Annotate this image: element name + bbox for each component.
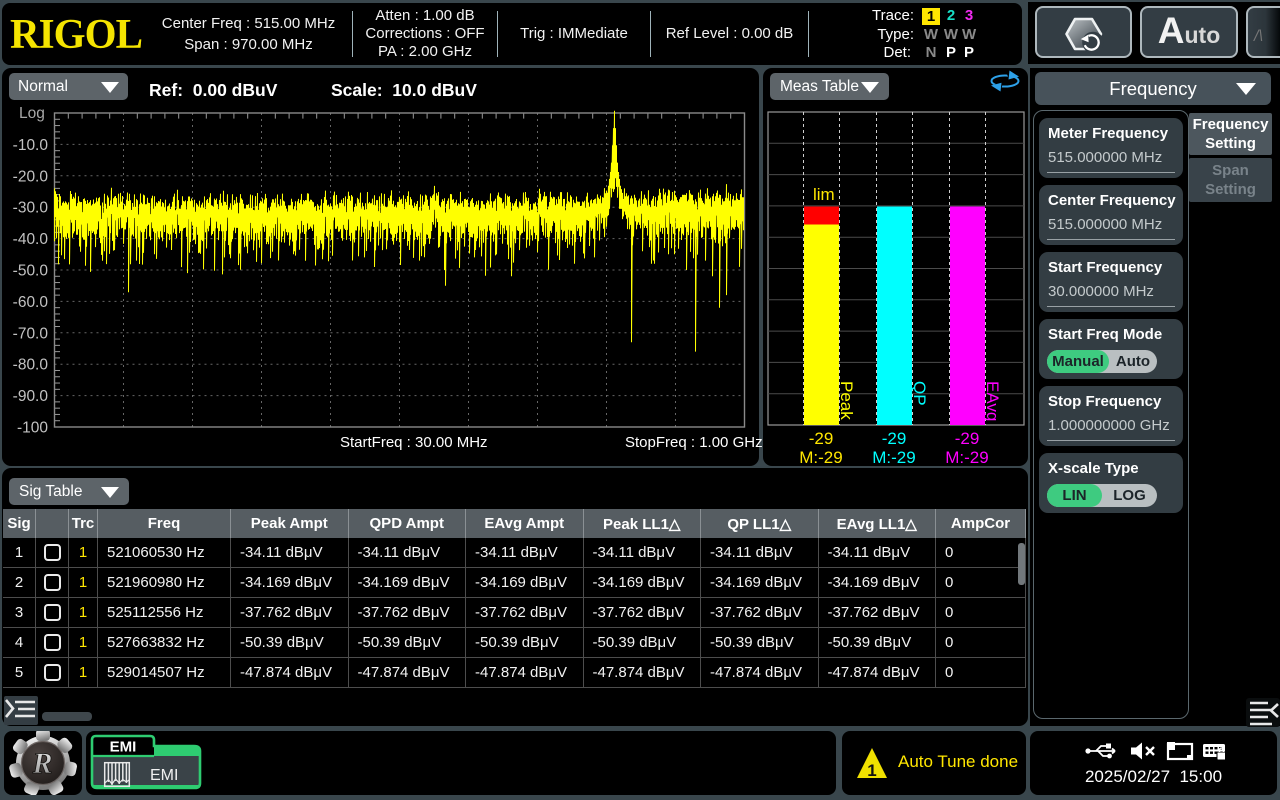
svg-text:EMI: EMI	[110, 739, 137, 756]
svg-text:-20.0: -20.0	[13, 168, 49, 185]
svg-text:R: R	[32, 747, 53, 780]
svg-text:EMI: EMI	[150, 767, 178, 784]
svg-text:-100: -100	[17, 420, 48, 437]
svg-text:-90.0: -90.0	[13, 388, 49, 405]
svg-text:-80.0: -80.0	[13, 357, 49, 374]
svg-text:M:-29: M:-29	[872, 448, 915, 466]
svg-text:-40.0: -40.0	[13, 231, 49, 248]
svg-text:1: 1	[867, 761, 876, 779]
svg-text:-70.0: -70.0	[13, 325, 49, 342]
svg-text:EAvg: EAvg	[983, 381, 1002, 421]
svg-text:QP: QP	[910, 381, 929, 406]
svg-text:-30.0: -30.0	[13, 200, 49, 217]
svg-text:-10.0: -10.0	[13, 137, 49, 154]
svg-text:-60.0: -60.0	[13, 294, 49, 311]
svg-text:M:-29: M:-29	[799, 448, 842, 466]
svg-text:Peak: Peak	[837, 381, 856, 420]
svg-text:lim: lim	[813, 185, 835, 204]
svg-text:M:-29: M:-29	[945, 448, 988, 466]
svg-text:-50.0: -50.0	[13, 263, 49, 280]
svg-text:-29: -29	[809, 429, 834, 448]
svg-text:-29: -29	[955, 429, 980, 448]
svg-text:-29: -29	[882, 429, 907, 448]
